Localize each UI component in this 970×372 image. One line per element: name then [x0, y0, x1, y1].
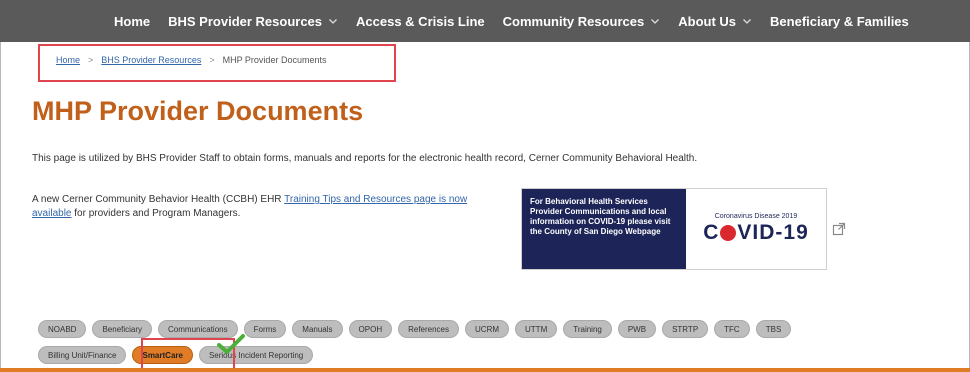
nav-item-beneficiary-families[interactable]: Beneficiary & Families — [770, 14, 909, 29]
covid-logo-suffix: VID-19 — [737, 221, 809, 244]
nav-item-community-resources[interactable]: Community Resources — [503, 14, 661, 29]
nav-item-label: Home — [114, 13, 151, 29]
nav-item-about-us[interactable]: About Us — [678, 14, 752, 29]
nav-item-label: BHS Provider Resources — [168, 13, 323, 29]
page-title: MHP Provider Documents — [32, 96, 364, 126]
chevron-down-icon[interactable] — [328, 16, 338, 26]
content-bottom-rule — [0, 368, 970, 372]
breadcrumb-current: MHP Provider Documents — [222, 55, 327, 65]
tab-manuals[interactable]: Manuals — [292, 320, 343, 338]
tab-beneficiary[interactable]: Beneficiary — [92, 320, 153, 338]
tab-references[interactable]: References — [398, 320, 460, 338]
virus-icon — [720, 225, 737, 241]
tab-uttm[interactable]: UTTM — [515, 320, 558, 338]
covid-banner-text[interactable]: For Behavioral Health Services Provider … — [522, 189, 686, 269]
nav-item-bhs-provider-resources[interactable]: BHS Provider Resources — [168, 14, 338, 29]
nav-item-home[interactable]: Home — [114, 14, 150, 29]
covid-logo-prefix: C — [703, 221, 720, 244]
check-mark-icon — [217, 334, 245, 354]
tab-tbs[interactable]: TBS — [755, 320, 792, 338]
breadcrumb-separator: > — [209, 55, 215, 65]
breadcrumb-home-link[interactable]: Home — [56, 55, 80, 65]
tabs-row-1: NOABD Beneficiary Communications Forms Manua… — [38, 320, 797, 338]
nav-item-label: Beneficiary & Families — [770, 13, 909, 29]
tab-opoh[interactable]: OPOH — [348, 320, 393, 338]
tab-noabd[interactable]: NOABD — [38, 320, 87, 338]
tab-pwb[interactable]: PWB — [617, 320, 657, 338]
ccbh-notice-suffix: for providers and Program Managers. — [71, 208, 241, 219]
main-navbar: Home BHS Provider Resources Access & Crisi… — [0, 0, 970, 42]
covid-logo-wordmark: C VID-19 — [703, 221, 809, 245]
nav-item-access-crisis-line[interactable]: Access & Crisis Line — [356, 14, 485, 29]
covid-logo-subtitle: Coronavirus Disease 2019 — [714, 213, 798, 220]
breadcrumb: Home > BHS Provider Resources > MHP Prov… — [56, 55, 326, 65]
nav-item-label: About Us — [678, 13, 737, 29]
nav-item-label: Access & Crisis Line — [356, 13, 485, 29]
chevron-down-icon[interactable] — [650, 16, 660, 26]
nav-item-label: Community Resources — [502, 13, 645, 29]
covid-logo: Coronavirus Disease 2019 C VID-19 — [686, 189, 826, 269]
intro-text: This page is utilized by BHS Provider St… — [32, 153, 698, 164]
tab-strtp[interactable]: STRTP — [662, 320, 709, 338]
tab-billing-unit-finance[interactable]: Billing Unit/Finance — [38, 346, 127, 364]
covid-banner[interactable]: For Behavioral Health Services Provider … — [521, 188, 827, 270]
tab-tfc[interactable]: TFC — [714, 320, 750, 338]
breadcrumb-section-link[interactable]: BHS Provider Resources — [101, 55, 201, 65]
ccbh-notice-prefix: A new Cerner Community Behavior Health (… — [32, 194, 285, 205]
chevron-down-icon[interactable] — [742, 16, 752, 26]
tab-ucrm[interactable]: UCRM — [465, 320, 510, 338]
breadcrumb-separator: > — [88, 55, 94, 65]
ccbh-notice: A new Cerner Community Behavior Health (… — [32, 193, 502, 221]
external-link-icon[interactable] — [832, 222, 846, 236]
tab-training[interactable]: Training — [563, 320, 612, 338]
tab-forms[interactable]: Forms — [243, 320, 287, 338]
